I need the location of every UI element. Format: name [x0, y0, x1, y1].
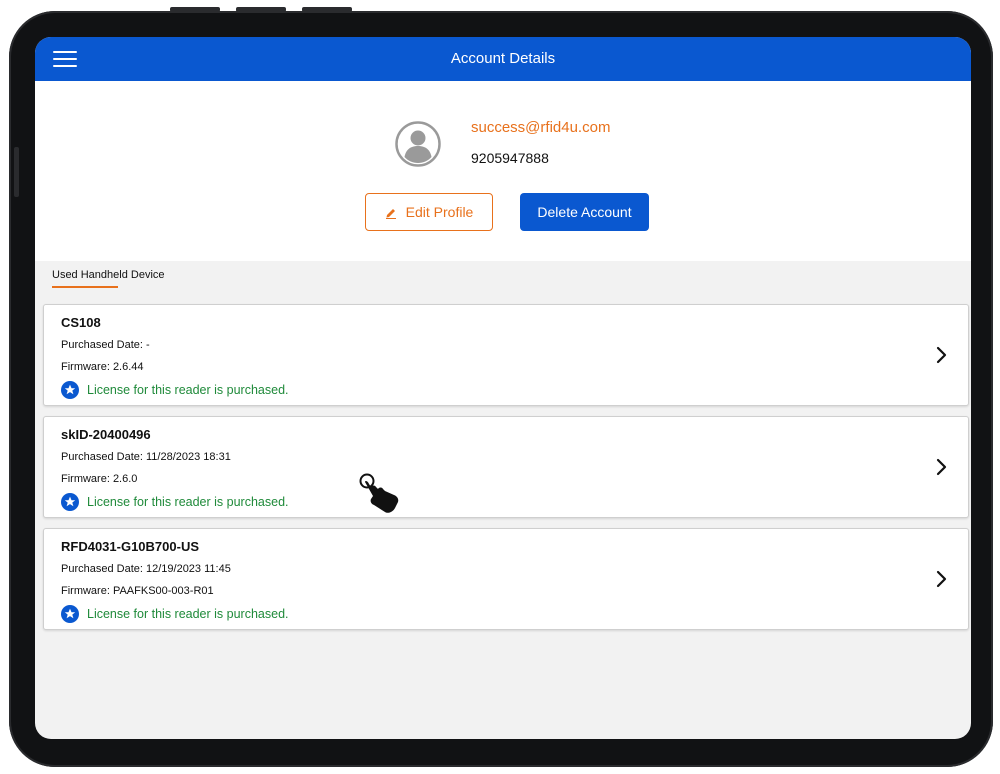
device-purchased-date: Purchased Date: 12/19/2023 11:45 [61, 563, 231, 575]
star-badge-icon [61, 493, 79, 511]
delete-account-button[interactable]: Delete Account [520, 193, 649, 231]
active-tab-indicator [52, 286, 118, 288]
chevron-right-icon[interactable] [936, 458, 948, 476]
device-card[interactable]: skID-20400496 Purchased Date: 11/28/2023… [43, 416, 969, 518]
license-status: License for this reader is purchased. [61, 493, 289, 511]
hardware-button-side [14, 147, 19, 197]
page-title: Account Details [450, 50, 556, 67]
app-header: Account Details [35, 37, 971, 81]
device-purchased-date: Purchased Date: 11/28/2023 18:31 [61, 451, 231, 463]
star-badge-icon [61, 381, 79, 399]
device-firmware: Firmware: PAAFKS00-003-R01 [61, 585, 214, 597]
hand-pointer-icon [359, 473, 399, 513]
license-text: License for this reader is purchased. [87, 607, 289, 621]
device-name: CS108 [61, 315, 101, 330]
license-text: License for this reader is purchased. [87, 495, 289, 509]
device-name: RFD4031-G10B700-US [61, 539, 200, 554]
pencil-icon [385, 208, 396, 219]
edit-profile-button[interactable]: Edit Profile [365, 193, 493, 231]
profile-section: success@rfid4u.com 9205947888 Edit Profi… [35, 81, 971, 261]
edit-profile-label: Edit Profile [405, 204, 474, 220]
delete-account-label: Delete Account [537, 204, 632, 220]
chevron-right-icon[interactable] [936, 346, 948, 364]
device-firmware: Firmware: 2.6.0 [61, 473, 138, 485]
hamburger-menu-icon[interactable] [53, 49, 79, 69]
star-badge-icon [61, 605, 79, 623]
device-firmware: Firmware: 2.6.44 [61, 361, 144, 373]
user-avatar-icon [395, 121, 441, 167]
device-card[interactable]: RFD4031-G10B700-US Purchased Date: 12/19… [43, 528, 969, 630]
app-screen: Account Details success@rfid4u.com 92059… [35, 37, 971, 739]
tab-used-handheld-device[interactable]: Used Handheld Device [52, 269, 165, 281]
license-status: License for this reader is purchased. [61, 381, 289, 399]
chevron-right-icon[interactable] [936, 570, 948, 588]
device-name: skID-20400496 [61, 427, 151, 442]
device-card[interactable]: CS108 Purchased Date: - Firmware: 2.6.44… [43, 304, 969, 406]
device-purchased-date: Purchased Date: - [61, 339, 150, 351]
profile-phone: 9205947888 [471, 150, 549, 166]
license-text: License for this reader is purchased. [87, 383, 289, 397]
profile-email: success@rfid4u.com [471, 119, 611, 136]
license-status: License for this reader is purchased. [61, 605, 289, 623]
